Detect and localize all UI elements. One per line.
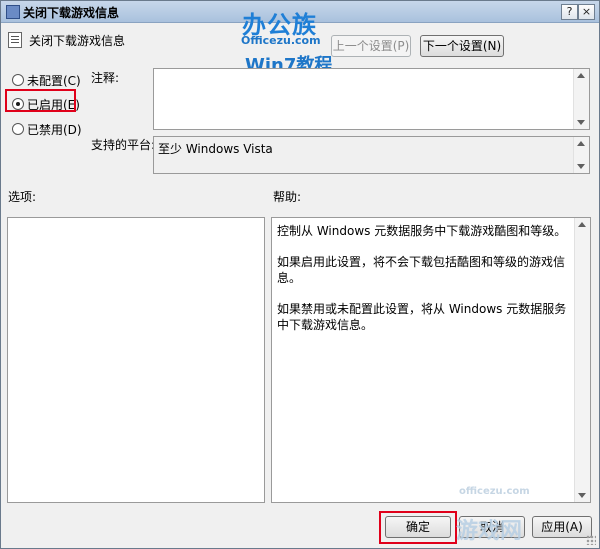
scroll-down-icon[interactable] — [577, 120, 585, 125]
help-paragraph: 如果启用此设置，将不会下载包括酷图和等级的游戏信息。 — [277, 255, 566, 285]
comment-textarea[interactable] — [153, 68, 590, 130]
policy-dialog: 关闭下载游戏信息 ? × 关闭下载游戏信息 上一个设置(P) 下一个设置(N) … — [0, 0, 600, 549]
radio-label: 已禁用(D) — [27, 123, 82, 137]
scroll-down-icon[interactable] — [578, 493, 586, 498]
prev-setting-button[interactable]: 上一个设置(P) — [331, 35, 411, 57]
ok-highlight-box — [379, 511, 457, 544]
help-pane: 控制从 Windows 元数据服务中下载游戏酷图和等级。 如果启用此设置，将不会… — [271, 217, 591, 503]
radio-label: 未配置(C) — [27, 74, 81, 88]
help-text: 控制从 Windows 元数据服务中下载游戏酷图和等级。 如果启用此设置，将不会… — [277, 223, 572, 348]
policy-setting-icon — [8, 32, 22, 48]
scroll-up-icon[interactable] — [578, 222, 586, 227]
watermark-bottom-logo: 游戏网 — [456, 519, 523, 544]
supported-on-label: 支持的平台: — [91, 138, 156, 152]
scroll-up-icon[interactable] — [577, 141, 585, 146]
supported-on-value: 至少 Windows Vista — [158, 142, 273, 156]
help-scrollbar[interactable] — [574, 218, 590, 502]
radio-circle[interactable] — [12, 123, 24, 135]
window-title: 关闭下载游戏信息 — [23, 6, 120, 20]
scroll-down-icon[interactable] — [577, 164, 585, 169]
options-pane — [7, 217, 265, 503]
supported-scrollbar[interactable] — [573, 137, 589, 173]
policy-name: 关闭下载游戏信息 — [29, 34, 126, 48]
options-section-label: 选项: — [8, 190, 37, 204]
help-section-label: 帮助: — [273, 190, 302, 204]
comment-scrollbar[interactable] — [573, 69, 589, 129]
watermark-bottom-site: officezu.com — [459, 486, 530, 497]
comment-label: 注释: — [91, 71, 120, 85]
watermark-site: Officezu.com — [241, 34, 321, 47]
apply-button[interactable]: 应用(A) — [532, 516, 592, 538]
policy-icon — [6, 5, 20, 19]
resize-grip-icon[interactable] — [586, 535, 596, 545]
help-icon[interactable]: ? — [561, 4, 578, 20]
radio-circle[interactable] — [12, 74, 24, 86]
help-paragraph: 控制从 Windows 元数据服务中下载游戏酷图和等级。 — [277, 224, 567, 238]
close-icon[interactable]: × — [578, 4, 595, 20]
scroll-up-icon[interactable] — [577, 73, 585, 78]
enabled-highlight-box — [5, 89, 76, 112]
next-setting-button[interactable]: 下一个设置(N) — [420, 35, 504, 57]
supported-on-field: 至少 Windows Vista — [153, 136, 590, 174]
help-paragraph: 如果禁用或未配置此设置，将从 Windows 元数据服务中下载游戏信息。 — [277, 302, 567, 332]
